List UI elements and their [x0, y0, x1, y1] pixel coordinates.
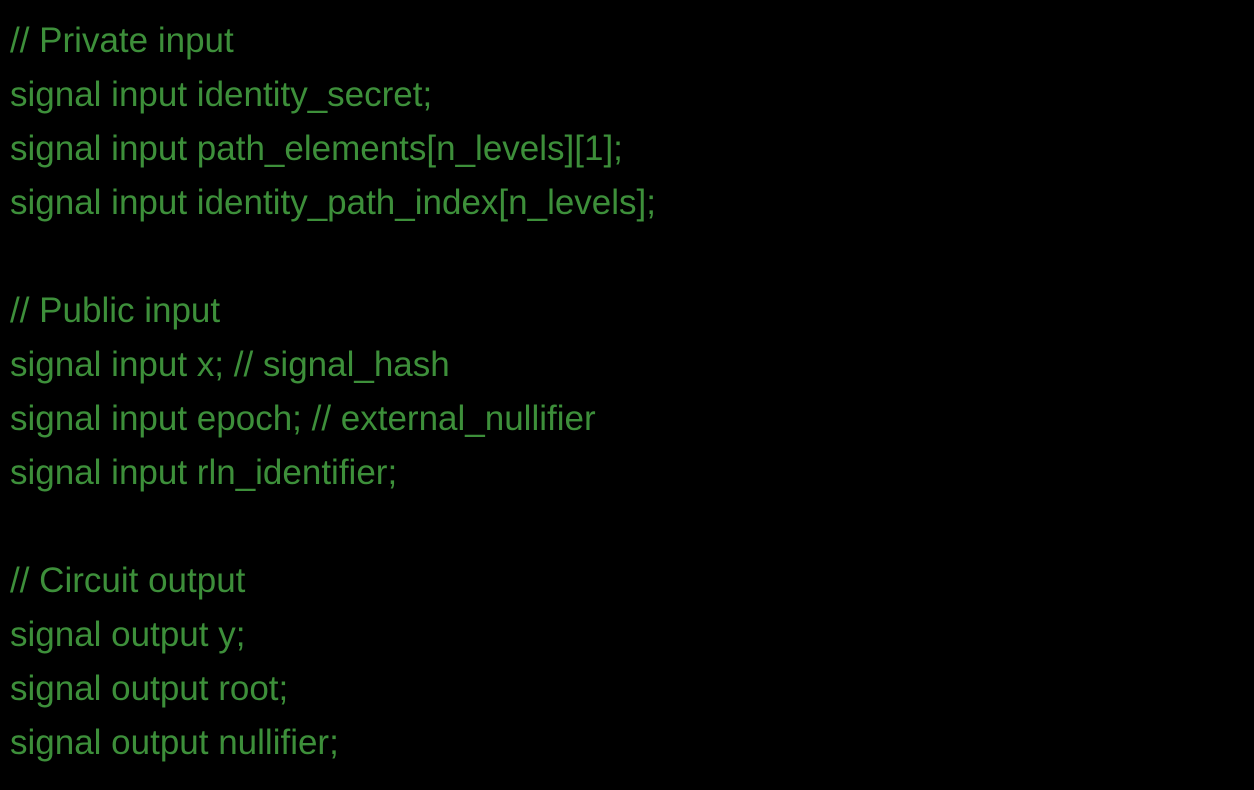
code-line: signal output nullifier;: [10, 723, 339, 762]
code-line-comment: // Private input: [10, 21, 234, 60]
code-line-comment: // Public input: [10, 291, 221, 330]
code-line: signal input identity_secret;: [10, 75, 433, 114]
code-line: signal input path_elements[n_levels][1];: [10, 129, 623, 168]
code-block: // Private input signal input identity_s…: [10, 14, 656, 770]
code-line-comment: // Circuit output: [10, 561, 246, 600]
code-line: signal input x; // signal_hash: [10, 345, 450, 384]
code-line: signal output root;: [10, 669, 289, 708]
code-line: signal input identity_path_index[n_level…: [10, 183, 656, 222]
code-line: signal output y;: [10, 615, 246, 654]
code-line: signal input rln_identifier;: [10, 453, 398, 492]
code-line: signal input epoch; // external_nullifie…: [10, 399, 596, 438]
